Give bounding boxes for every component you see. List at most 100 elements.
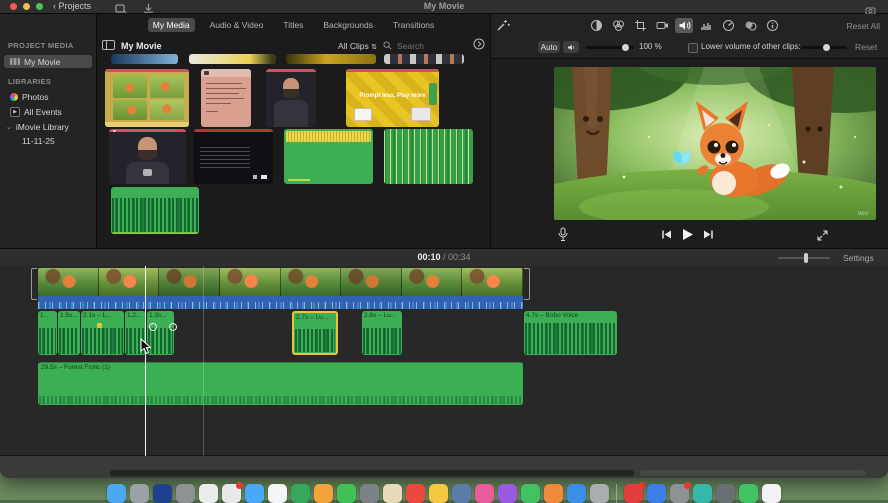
media-thumbnail-slide[interactable]: Prompt less, Play more <box>346 69 439 127</box>
media-thumbnail-audio[interactable] <box>384 129 473 184</box>
crop-icon[interactable] <box>631 18 649 33</box>
dock-app-icon[interactable] <box>716 484 735 503</box>
dock-app-icon[interactable] <box>762 484 781 503</box>
search-input[interactable] <box>395 39 463 52</box>
auto-volume-button[interactable]: Auto <box>538 41 560 53</box>
record-voiceover-icon[interactable] <box>557 227 569 247</box>
window-footer <box>0 455 888 478</box>
tab-my-media[interactable]: My Media <box>147 18 195 32</box>
other-clips-slider-knob[interactable] <box>823 44 830 51</box>
clip-volume-slider[interactable] <box>586 44 634 51</box>
media-thumbnail[interactable] <box>384 54 464 64</box>
audio-clip-selected[interactable]: 2.7s – Lu... <box>292 311 338 355</box>
dock-app-icon[interactable] <box>670 482 691 503</box>
media-thumbnail-audio[interactable] <box>111 187 199 234</box>
video-audio-waveform[interactable] <box>38 296 523 309</box>
zoom-slider-knob[interactable] <box>804 253 808 263</box>
dock-app-icon[interactable] <box>176 484 195 503</box>
media-thumbnail-terminal[interactable] <box>194 129 273 184</box>
dock-app-icon[interactable] <box>498 484 517 503</box>
dock-app-icon[interactable] <box>406 484 425 503</box>
audio-clip[interactable]: 2.6s – Lu... <box>362 311 402 355</box>
dock-app-icon[interactable] <box>383 484 402 503</box>
audio-clip[interactable]: 2.1s – L... <box>81 311 124 355</box>
dock-app-icon[interactable] <box>590 484 609 503</box>
dock-app-icon[interactable] <box>268 484 287 503</box>
timeline-settings-button[interactable]: Settings <box>843 253 874 263</box>
reset-all-button[interactable]: Reset All <box>846 21 880 31</box>
sidebar-item-photos[interactable]: Photos <box>4 90 92 103</box>
volume-icon[interactable] <box>675 18 693 33</box>
dock-app-icon[interactable] <box>521 484 540 503</box>
audio-clip-bobo-voice[interactable]: 4.7s – Bobo Voice <box>524 311 617 355</box>
search-field[interactable] <box>383 37 467 55</box>
dock-app-icon[interactable] <box>245 484 264 503</box>
media-thumbnail[interactable] <box>286 54 376 64</box>
media-thumbnail-notes[interactable] <box>201 69 251 127</box>
sidebar-item-my-movie[interactable]: My Movie <box>4 55 92 68</box>
video-clip-filmstrip[interactable] <box>38 268 523 296</box>
mute-button[interactable] <box>563 41 579 53</box>
dock-app-icon[interactable] <box>544 484 563 503</box>
play-button[interactable] <box>681 228 694 241</box>
playhead[interactable] <box>145 266 146 456</box>
enhance-wand-icon[interactable] <box>496 18 510 37</box>
horizontal-scrollbar[interactable] <box>110 470 634 476</box>
tab-backgrounds[interactable]: Backgrounds <box>318 18 378 32</box>
audio-clip[interactable]: 1.5s... <box>58 311 80 355</box>
dock-app-icon[interactable] <box>360 484 379 503</box>
sidebar-item-imovie-library[interactable]: ⌄ iMovie Library <box>4 120 92 133</box>
dock-app-icon[interactable] <box>429 484 448 503</box>
media-thumbnail[interactable] <box>189 54 276 64</box>
media-thumbnail-webcam[interactable] <box>266 69 316 127</box>
media-thumbnail-editor-screen[interactable] <box>105 69 189 127</box>
dock-app-icon[interactable] <box>107 484 126 503</box>
sidebar-toggle-icon[interactable] <box>102 37 115 55</box>
fade-handle[interactable] <box>149 323 157 331</box>
dock-app-icon[interactable] <box>199 484 218 503</box>
sidebar-item-all-events[interactable]: ▶ All Events <box>4 105 92 118</box>
background-music-clip[interactable]: 29.5s – Forest Frolic (1) <box>38 362 523 405</box>
dock-app-icon[interactable] <box>314 484 333 503</box>
dock-app-icon[interactable] <box>291 484 310 503</box>
volume-slider-knob[interactable] <box>622 44 629 51</box>
filters-icon[interactable] <box>741 18 759 33</box>
tab-audio-video[interactable]: Audio & Video <box>205 18 269 32</box>
next-frame-button[interactable] <box>703 229 714 240</box>
reset-volume-button[interactable]: Reset <box>855 42 877 52</box>
fade-handle[interactable] <box>169 323 177 331</box>
media-thumbnail-webcam[interactable] <box>109 129 186 184</box>
clip-filter-dropdown[interactable]: All Clips ⇅ <box>338 41 377 51</box>
timeline-zoom-slider[interactable] <box>778 253 830 263</box>
speed-icon[interactable] <box>719 18 737 33</box>
tab-transitions[interactable]: Transitions <box>388 18 439 32</box>
fullscreen-icon[interactable] <box>816 229 829 247</box>
sidebar-item-event-11-11-25[interactable]: 11-11-25 <box>4 134 92 147</box>
dock-app-icon[interactable] <box>337 484 356 503</box>
dock-app-icon[interactable] <box>567 484 586 503</box>
lower-volume-checkbox[interactable] <box>688 43 698 53</box>
dock-app-icon[interactable] <box>475 484 494 503</box>
dock-app-icon[interactable] <box>222 482 243 503</box>
chevron-down-icon[interactable]: ⌄ <box>6 123 12 131</box>
color-balance-icon[interactable] <box>587 18 605 33</box>
audio-clip[interactable]: 1... <box>38 311 57 355</box>
dock-app-icon[interactable] <box>153 484 172 503</box>
tab-titles[interactable]: Titles <box>278 18 308 32</box>
info-icon[interactable] <box>763 18 781 33</box>
other-clips-volume-slider[interactable] <box>801 44 847 51</box>
stabilization-icon[interactable] <box>653 18 671 33</box>
dock-app-icon[interactable] <box>452 484 471 503</box>
dock-app-icon[interactable] <box>739 484 758 503</box>
previous-frame-button[interactable] <box>661 229 672 240</box>
dock-app-icon[interactable] <box>693 484 712 503</box>
dock-app-icon[interactable] <box>130 484 149 503</box>
media-thumbnail-audio[interactable] <box>284 129 373 184</box>
hide-browser-icon[interactable] <box>473 37 485 55</box>
dock-app-icon[interactable] <box>647 484 666 503</box>
dock-app-icon[interactable] <box>624 482 645 503</box>
media-thumbnail[interactable] <box>111 54 178 64</box>
color-correction-icon[interactable] <box>609 18 627 33</box>
noise-reduction-icon[interactable] <box>697 18 715 33</box>
beat-marker[interactable] <box>97 323 102 328</box>
